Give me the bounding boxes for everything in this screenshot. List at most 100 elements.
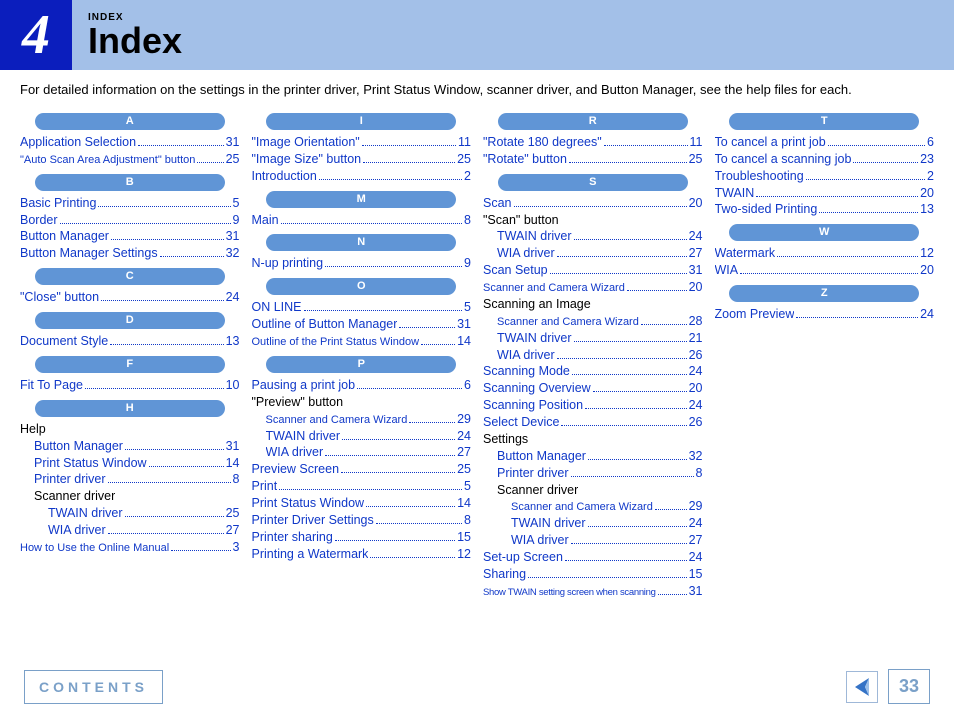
index-entry[interactable]: Printer driver8 [483,465,703,482]
index-entry[interactable]: Printer sharing15 [252,529,472,546]
index-entry-page: 8 [464,512,471,529]
index-entry[interactable]: Show TWAIN setting screen when scanning3… [483,583,703,600]
index-entry-label: To cancel a scanning job [715,151,852,168]
index-entry[interactable]: To cancel a scanning job23 [715,151,935,168]
index-entry-page: 15 [689,566,703,583]
index-entry[interactable]: Zoom Preview24 [715,306,935,323]
index-entry[interactable]: Two-sided Printing13 [715,201,935,218]
index-entry[interactable]: Troubleshooting2 [715,168,935,185]
back-button[interactable] [846,671,878,703]
index-entry-label: "Image Size" button [252,151,362,168]
leader-dots [828,145,925,146]
leader-dots [550,273,687,274]
index-entry[interactable]: Button Manager31 [20,438,240,455]
index-entry[interactable]: Outline of the Print Status Window14 [252,333,472,350]
index-entry[interactable]: "Rotate 180 degrees"11 [483,134,703,151]
index-entry-label: Border [20,212,58,229]
index-entry-label: Scanner driver [497,482,578,499]
index-entry[interactable]: Pausing a print job6 [252,377,472,394]
index-entry[interactable]: Printing a Watermark12 [252,546,472,563]
index-entry[interactable]: Printer Driver Settings8 [252,512,472,529]
index-entry[interactable]: Scan Setup31 [483,262,703,279]
index-entry[interactable]: Scanner and Camera Wizard29 [252,411,472,428]
index-entry[interactable]: Button Manager Settings32 [20,245,240,262]
index-entry[interactable]: WIA driver27 [20,522,240,539]
index-entry[interactable]: "Close" button24 [20,289,240,306]
leader-dots [138,145,224,146]
index-entry[interactable]: Fit To Page10 [20,377,240,394]
index-entry-page: 20 [689,195,703,212]
index-entry[interactable]: Application Selection31 [20,134,240,151]
index-entry[interactable]: Scanning Position24 [483,397,703,414]
index-entry[interactable]: Print Status Window14 [20,455,240,472]
chapter-number: 4 [0,0,72,70]
index-entry-label: N-up printing [252,255,324,272]
leader-dots [325,455,455,456]
leader-dots [363,162,455,163]
index-entry[interactable]: TWAIN driver21 [483,330,703,347]
index-entry[interactable]: WIA20 [715,262,935,279]
index-entry[interactable]: Scanning Mode24 [483,363,703,380]
index-entry[interactable]: "Rotate" button25 [483,151,703,168]
index-entry[interactable]: "Image Size" button25 [252,151,472,168]
index-entry[interactable]: WIA driver27 [252,444,472,461]
index-entry-label: "Image Orientation" [252,134,360,151]
index-col-3: R"Rotate 180 degrees"11"Rotate" button25… [483,107,703,600]
index-letter: O [266,278,456,295]
index-entry[interactable]: TWAIN driver24 [483,228,703,245]
leader-dots [108,482,231,483]
contents-button[interactable]: CONTENTS [24,670,163,704]
index-entry[interactable]: Set-up Screen24 [483,549,703,566]
index-entry[interactable]: Document Style13 [20,333,240,350]
index-entry[interactable]: WIA driver26 [483,347,703,364]
index-entry[interactable]: Introduction2 [252,168,472,185]
index-entry-label: To cancel a print job [715,134,826,151]
intro-text: For detailed information on the settings… [20,82,934,99]
index-col-1: AApplication Selection31"Auto Scan Area … [20,107,240,600]
index-entry[interactable]: WIA driver27 [483,245,703,262]
index-entry[interactable]: Scanning Overview20 [483,380,703,397]
index-entry-page: 26 [689,347,703,364]
index-entry[interactable]: Button Manager31 [20,228,240,245]
index-entry[interactable]: To cancel a print job6 [715,134,935,151]
index-entry-label: Scanning an Image [483,296,591,313]
leader-dots [279,489,462,490]
index-entry[interactable]: TWAIN driver25 [20,505,240,522]
index-letter: T [729,113,919,130]
leader-dots [399,327,455,328]
index-entry[interactable]: TWAIN20 [715,185,935,202]
index-entry[interactable]: Scanner and Camera Wizard20 [483,279,703,296]
index-entry[interactable]: "Auto Scan Area Adjustment" button25 [20,151,240,168]
index-entry[interactable]: Outline of Button Manager31 [252,316,472,333]
index-entry[interactable]: Print5 [252,478,472,495]
index-entry[interactable]: Button Manager32 [483,448,703,465]
index-entry[interactable]: Border9 [20,212,240,229]
index-entry: Settings [483,431,703,448]
index-entry-label: Printer driver [34,471,106,488]
index-entry[interactable]: Main8 [252,212,472,229]
index-entry[interactable]: TWAIN driver24 [252,428,472,445]
index-entry[interactable]: Sharing15 [483,566,703,583]
index-entry[interactable]: "Image Orientation"11 [252,134,472,151]
index-entry[interactable]: Print Status Window14 [252,495,472,512]
index-entry-page: 29 [689,498,703,515]
index-entry[interactable]: Select Device26 [483,414,703,431]
index-entry-page: 31 [689,262,703,279]
index-entry[interactable]: TWAIN driver24 [483,515,703,532]
index-entry[interactable]: Basic Printing5 [20,195,240,212]
index-entry-label: TWAIN [715,185,755,202]
index-entry[interactable]: Printer driver8 [20,471,240,488]
index-entry[interactable]: Preview Screen25 [252,461,472,478]
index-letter: F [35,356,225,373]
index-entry[interactable]: WIA driver27 [483,532,703,549]
page-title: Index [88,23,182,59]
leader-dots [160,256,224,257]
index-entry[interactable]: N-up printing9 [252,255,472,272]
index-entry[interactable]: How to Use the Online Manual3 [20,539,240,556]
index-entry[interactable]: Scanner and Camera Wizard28 [483,313,703,330]
index-entry[interactable]: Scan20 [483,195,703,212]
index-entry[interactable]: ON LINE5 [252,299,472,316]
index-entry[interactable]: Watermark12 [715,245,935,262]
index-entry[interactable]: Scanner and Camera Wizard29 [483,498,703,515]
leader-dots [777,256,918,257]
